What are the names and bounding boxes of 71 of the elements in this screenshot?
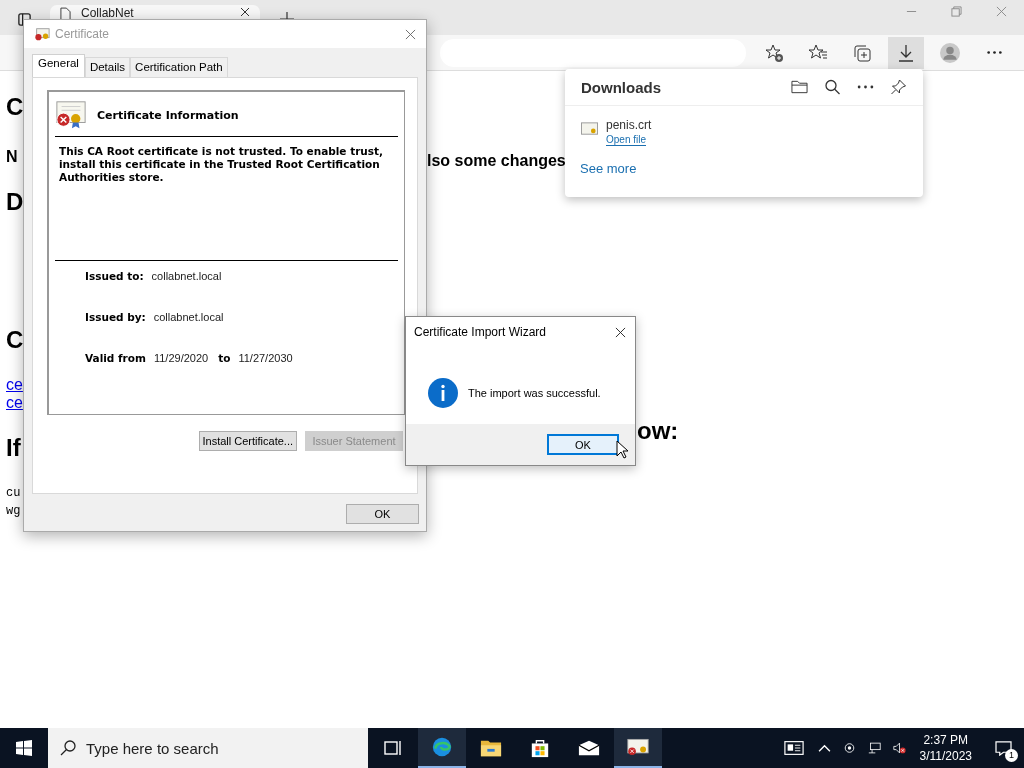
page-link[interactable]: ce (6, 394, 23, 412)
volume-muted-icon[interactable] (892, 742, 906, 754)
certificate-icon (581, 122, 598, 136)
store-icon (529, 738, 551, 758)
field-value: 11/27/2030 (238, 352, 293, 364)
avatar-icon (940, 42, 960, 63)
dialog-tab[interactable]: General (32, 54, 85, 77)
page-text: D (6, 190, 24, 214)
open-file-link[interactable]: Open file (606, 134, 647, 146)
page-text: wg (6, 503, 21, 520)
page-text: cu (6, 485, 21, 502)
field-label: Valid from (85, 352, 146, 364)
page-link[interactable]: ce (6, 376, 23, 394)
task-view-icon (382, 738, 404, 758)
info-icon (428, 377, 458, 408)
dialog-button[interactable]: Install Certificate... (198, 431, 297, 451)
see-more-link[interactable]: See more (580, 161, 637, 176)
section-title: Certificate Information (97, 108, 239, 122)
collections-icon (852, 42, 872, 63)
file-name: penis.crt (606, 118, 652, 132)
dialog-tab[interactable]: Details (84, 57, 131, 77)
dialog-tab[interactable]: Certification Path (130, 57, 228, 77)
news-icon[interactable] (783, 740, 804, 756)
dialog-title: Certificate Import Wizard (414, 325, 547, 339)
panel-title: Downloads (581, 78, 661, 96)
notification-button[interactable]: 1 (986, 728, 1020, 768)
page-icon (60, 7, 71, 22)
search-field[interactable]: Type here to search (48, 728, 368, 768)
field-label: Issued by: (85, 311, 146, 323)
field-value: collabnet.local (151, 270, 222, 282)
chevron-up-icon[interactable] (817, 742, 831, 754)
more-icon (985, 50, 1003, 55)
page-text: If (6, 436, 21, 460)
taskbar-button[interactable] (418, 728, 466, 768)
browser-icon (431, 737, 453, 757)
page-text: C (6, 95, 24, 119)
clock[interactable]: 2:37 PM 3/11/2023 (919, 732, 972, 764)
field-label: Issued to: (85, 270, 144, 282)
toolbar-button[interactable] (888, 36, 924, 69)
search-icon[interactable] (824, 79, 841, 95)
page-text: C (6, 328, 24, 352)
pin-icon[interactable] (890, 79, 907, 95)
folder-icon (480, 738, 502, 758)
field-value: collabnet.local (153, 311, 224, 323)
taskbar-button[interactable] (614, 728, 662, 768)
mail-icon (578, 738, 600, 758)
dialog-message: The import was successful. (468, 386, 601, 399)
close-icon[interactable] (240, 7, 250, 17)
star-plus-icon (764, 42, 784, 63)
close-icon[interactable] (615, 326, 626, 338)
ok-button[interactable]: OK (346, 504, 419, 524)
download-icon (896, 42, 916, 63)
notification-count: 1 (1005, 749, 1018, 762)
folder-icon[interactable] (791, 79, 808, 95)
page-text: lso some changes (427, 153, 566, 169)
network-icon[interactable] (867, 742, 881, 754)
page-text: N (6, 149, 18, 165)
certificate-icon (34, 27, 50, 41)
notification-icon (994, 740, 1012, 756)
dialog-title: Certificate (55, 27, 110, 41)
camera-icon[interactable] (842, 742, 856, 754)
certificate-icon (627, 737, 649, 757)
trust-message: This CA Root certificate is not trusted. To enable trust, install this certificate in the Trusted Root Certification Authorities store. (55, 137, 398, 261)
search-icon (60, 740, 76, 756)
start-icon[interactable] (16, 740, 32, 756)
field-label: to (218, 352, 231, 364)
page-text: ow: (637, 419, 679, 443)
ok-button[interactable]: OK (547, 434, 619, 455)
mouse-cursor-icon (616, 440, 628, 459)
field-value: 11/29/2020 (153, 352, 209, 364)
certificate-error-icon (55, 100, 87, 130)
